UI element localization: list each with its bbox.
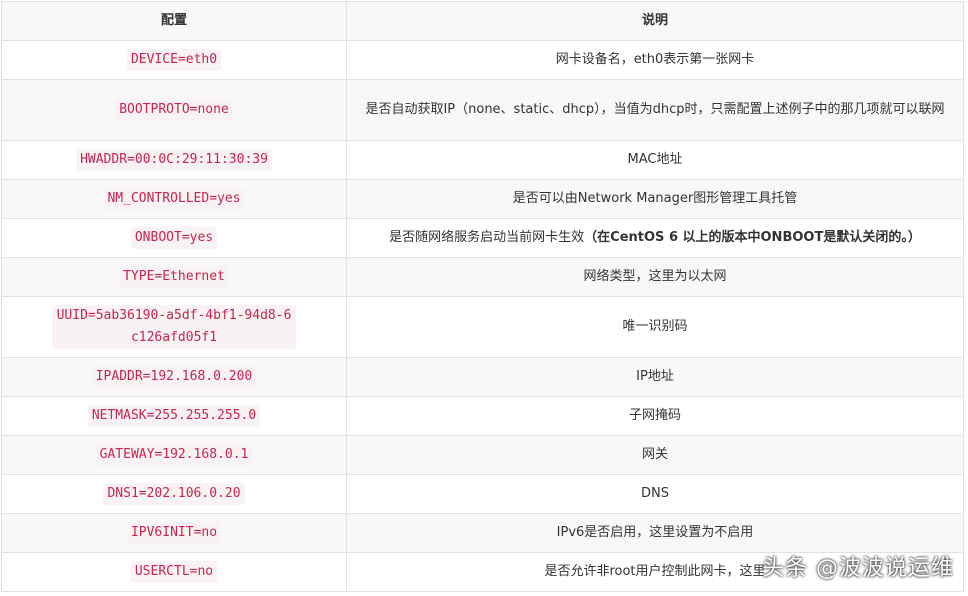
config-key: HWADDR=00:0C:29:11:30:39 (76, 149, 272, 171)
config-key: ONBOOT=yes (130, 227, 218, 249)
description-cell: 是否随网络服务启动当前网卡生效（在CentOS 6 以上的版本中ONBOOT是默… (346, 218, 964, 258)
table-row: HWADDR=00:0C:29:11:30:39 MAC地址 (1, 140, 964, 180)
table-row: IPADDR=192.168.0.200 IP地址 (1, 357, 964, 397)
table-row: DNS1=202.106.0.20 DNS (1, 474, 964, 514)
config-key: TYPE=Ethernet (119, 266, 229, 288)
config-key-cell: TYPE=Ethernet (1, 257, 347, 297)
description-cell: 唯一识别码 (346, 296, 964, 358)
description-cell: 网关 (346, 435, 964, 475)
config-key-cell: NETMASK=255.255.255.0 (1, 396, 347, 436)
header-description: 说明 (346, 1, 964, 41)
description-cell: 子网掩码 (346, 396, 964, 436)
description-text: 是否随网络服务启动当前网卡生效 (389, 230, 585, 245)
config-table: 配置 说明 DEVICE=eth0 网卡设备名，eth0表示第一张网卡 BOOT… (1, 1, 964, 592)
table-row: TYPE=Ethernet 网络类型，这里为以太网 (1, 257, 964, 297)
description-cell: MAC地址 (346, 140, 964, 180)
config-key-cell: DEVICE=eth0 (1, 40, 347, 80)
description-note: （在CentOS 6 以上的版本中ONBOOT是默认关闭的。） (584, 230, 921, 245)
config-key-cell: ONBOOT=yes (1, 218, 347, 258)
config-key-cell: NM_CONTROLLED=yes (1, 179, 347, 219)
config-key-cell: UUID=5ab36190-a5df-4bf1-94d8-6c126afd05f… (1, 296, 347, 358)
config-key-cell: HWADDR=00:0C:29:11:30:39 (1, 140, 347, 180)
config-key: IPADDR=192.168.0.200 (91, 366, 257, 388)
config-key-cell: IPV6INIT=no (1, 513, 347, 553)
table-row: ONBOOT=yes 是否随网络服务启动当前网卡生效（在CentOS 6 以上的… (1, 218, 964, 258)
table-row: GATEWAY=192.168.0.1 网关 (1, 435, 964, 475)
config-key: UUID=5ab36190-a5df-4bf1-94d8-6c126afd05f… (52, 305, 296, 349)
config-key: IPV6INIT=no (126, 522, 222, 544)
config-key: GATEWAY=192.168.0.1 (95, 444, 253, 466)
config-key: NM_CONTROLLED=yes (103, 188, 245, 210)
description-cell: 是否可以由Network Manager图形管理工具托管 (346, 179, 964, 219)
description-cell: IPv6是否启用，这里设置为不启用 (346, 513, 964, 553)
config-key-cell: USERCTL=no (1, 552, 347, 592)
table-row: IPV6INIT=no IPv6是否启用，这里设置为不启用 (1, 513, 964, 553)
description-cell: IP地址 (346, 357, 964, 397)
config-key-cell: DNS1=202.106.0.20 (1, 474, 347, 514)
config-key-cell: IPADDR=192.168.0.200 (1, 357, 347, 397)
table-row: NETMASK=255.255.255.0 子网掩码 (1, 396, 964, 436)
table-row: NM_CONTROLLED=yes 是否可以由Network Manager图形… (1, 179, 964, 219)
config-key-cell: BOOTPROTO=none (1, 79, 347, 141)
description-cell: DNS (346, 474, 964, 514)
description-cell: 网卡设备名，eth0表示第一张网卡 (346, 40, 964, 80)
description-cell: 网络类型，这里为以太网 (346, 257, 964, 297)
config-key: NETMASK=255.255.255.0 (87, 405, 261, 427)
config-key: DEVICE=eth0 (126, 49, 222, 71)
description-cell: 是否自动获取IP（none、static、dhcp），当值为dhcp时，只需配置… (346, 79, 964, 141)
config-key: BOOTPROTO=none (115, 99, 233, 121)
table-row: DEVICE=eth0 网卡设备名，eth0表示第一张网卡 (1, 40, 964, 80)
table-row: UUID=5ab36190-a5df-4bf1-94d8-6c126afd05f… (1, 296, 964, 358)
table-row: BOOTPROTO=none 是否自动获取IP（none、static、dhcp… (1, 79, 964, 141)
config-key: USERCTL=no (130, 561, 218, 583)
header-config: 配置 (1, 1, 347, 41)
table-header-row: 配置 说明 (1, 1, 964, 41)
config-key: DNS1=202.106.0.20 (103, 483, 245, 505)
config-key-cell: GATEWAY=192.168.0.1 (1, 435, 347, 475)
watermark: 头条 @波波说运维 (762, 556, 954, 581)
